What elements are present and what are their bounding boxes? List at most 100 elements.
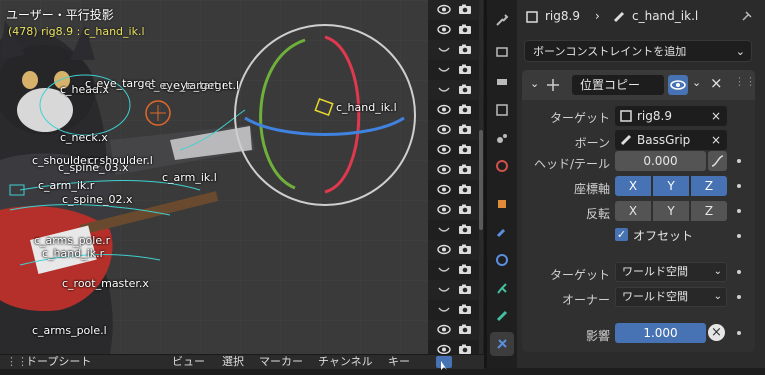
owner-space-dropdown[interactable]: ワールド空間 ⌄: [615, 287, 727, 307]
constraint-name-field[interactable]: 位置コピー: [572, 75, 664, 95]
outliner-row[interactable]: [428, 200, 484, 220]
outliner-scrollbar-thumb[interactable]: [479, 130, 483, 230]
camera-icon[interactable]: [458, 103, 472, 116]
scene-tab[interactable]: [490, 126, 514, 150]
menu-key[interactable]: キー: [388, 355, 410, 369]
world-tab[interactable]: [490, 154, 514, 178]
keyframe-dot[interactable]: [737, 295, 741, 299]
bone-constraint-tab[interactable]: [490, 332, 514, 356]
eye-icon[interactable]: [437, 143, 451, 156]
eye-icon[interactable]: [437, 323, 451, 336]
outliner-row[interactable]: [428, 120, 484, 140]
keyframe-dot[interactable]: [737, 270, 741, 274]
bone-field[interactable]: BassGrip ×: [615, 130, 727, 150]
bone-label[interactable]: c_eye_target: [85, 78, 156, 90]
eye-icon[interactable]: [437, 183, 451, 196]
constraint-panel-header[interactable]: ⌄ 位置コピー ⌄ × ⋮⋮: [522, 70, 756, 100]
invert-x-toggle[interactable]: X: [615, 201, 651, 221]
eye-icon[interactable]: [437, 123, 451, 136]
outliner-row[interactable]: [428, 80, 484, 100]
menu-marker[interactable]: マーカー: [259, 355, 303, 369]
eye-closed-icon[interactable]: [437, 83, 451, 96]
modifier-tab[interactable]: [490, 220, 514, 244]
eye-icon[interactable]: [437, 243, 451, 256]
delete-x-icon[interactable]: ×: [710, 74, 723, 92]
outliner-row[interactable]: [428, 100, 484, 120]
menu-channel[interactable]: チャンネル: [318, 355, 373, 369]
bone-label[interactable]: c_arm_ik.l: [162, 172, 217, 184]
eye-closed-icon[interactable]: [437, 43, 451, 56]
head-tail-field[interactable]: 0.000: [615, 151, 706, 171]
eye-icon[interactable]: [437, 203, 451, 216]
object-data-tab[interactable]: [490, 276, 514, 300]
target-field[interactable]: rig8.9 ×: [615, 106, 727, 126]
keyframe-dot[interactable]: [737, 331, 741, 335]
outliner-row[interactable]: [428, 300, 484, 320]
add-bone-constraint-dropdown[interactable]: ボーンコンストレイントを追加 ⌄: [524, 40, 752, 62]
chevron-down-icon[interactable]: ⌄: [692, 76, 701, 89]
outliner-row[interactable]: [428, 280, 484, 300]
eye-icon[interactable]: [437, 23, 451, 36]
camera-icon[interactable]: [458, 303, 472, 316]
eye-closed-icon[interactable]: [437, 283, 451, 296]
eye-closed-icon[interactable]: [437, 223, 451, 236]
keyframe-dot[interactable]: [737, 234, 741, 238]
outliner-row[interactable]: [428, 180, 484, 200]
camera-icon[interactable]: [458, 23, 472, 36]
outliner-row[interactable]: [428, 60, 484, 80]
camera-icon[interactable]: [458, 183, 472, 196]
outliner-row[interactable]: [428, 320, 484, 340]
camera-icon[interactable]: [458, 263, 472, 276]
bone-label[interactable]: c_arm_ik.r: [38, 180, 94, 192]
camera-icon[interactable]: [458, 83, 472, 96]
axis-x-toggle[interactable]: X: [615, 176, 651, 196]
eye-closed-icon[interactable]: [437, 303, 451, 316]
influence-slider[interactable]: 1.000: [615, 323, 706, 343]
bone-label[interactable]: c_arms_pole.r: [34, 235, 110, 247]
keyframe-dot[interactable]: [737, 184, 741, 188]
axis-y-toggle[interactable]: Y: [653, 176, 689, 196]
bone-label-active[interactable]: c_hand_ik.l: [336, 102, 397, 114]
drag-handle-icon[interactable]: ⋮⋮: [734, 75, 756, 88]
view-layer-tab[interactable]: [490, 98, 514, 122]
keyframe-dot[interactable]: [737, 209, 741, 213]
camera-icon[interactable]: [458, 3, 472, 16]
bone-label[interactable]: c_eye_target.r: [148, 80, 227, 92]
bone-label[interactable]: c_neck.x: [60, 132, 108, 144]
bone-label[interactable]: c_arms_pole.l: [32, 325, 107, 337]
eye-icon[interactable]: [437, 103, 451, 116]
bone-label[interactable]: c_spine_02.x: [62, 194, 133, 206]
eye-icon[interactable]: [437, 3, 451, 16]
bone-label[interactable]: c_spine_03.x: [58, 162, 129, 174]
clear-x-icon[interactable]: ×: [711, 130, 721, 150]
camera-icon[interactable]: [458, 43, 472, 56]
invert-y-toggle[interactable]: Y: [653, 201, 689, 221]
outliner-row[interactable]: [428, 140, 484, 160]
editor-type-icon[interactable]: ⋮⋮: [6, 355, 28, 369]
menu-select[interactable]: 選択: [222, 355, 244, 369]
offset-checkbox[interactable]: ✓: [615, 228, 628, 241]
render-tab[interactable]: [490, 40, 514, 64]
pin-icon[interactable]: [739, 10, 753, 24]
bone-label[interactable]: c_root_master.x: [62, 278, 149, 290]
menu-view[interactable]: ビュー: [172, 355, 205, 369]
collapse-chevron-icon[interactable]: ⌄: [530, 77, 539, 90]
outliner-row[interactable]: [428, 20, 484, 40]
camera-icon[interactable]: [458, 223, 472, 236]
target-space-dropdown[interactable]: ワールド空間 ⌄: [615, 262, 727, 282]
camera-icon[interactable]: [458, 203, 472, 216]
eye-closed-icon[interactable]: [437, 263, 451, 276]
3d-viewport[interactable]: ユーザー・平行投影 (478) rig8.9 : c_hand_ik.l c_h…: [0, 0, 428, 354]
camera-icon[interactable]: [458, 283, 472, 296]
outliner-row[interactable]: [428, 0, 484, 20]
outliner-row[interactable]: [428, 40, 484, 60]
invert-z-toggle[interactable]: Z: [691, 201, 727, 221]
select-tool-button[interactable]: [436, 356, 452, 370]
camera-icon[interactable]: [458, 143, 472, 156]
camera-icon[interactable]: [458, 243, 472, 256]
object-tab[interactable]: [490, 192, 514, 216]
use-bbone-shape-toggle[interactable]: [708, 151, 727, 171]
camera-icon[interactable]: [458, 63, 472, 76]
bone-label[interactable]: c_hand_ik.r: [42, 248, 104, 260]
outliner-row[interactable]: [428, 220, 484, 240]
